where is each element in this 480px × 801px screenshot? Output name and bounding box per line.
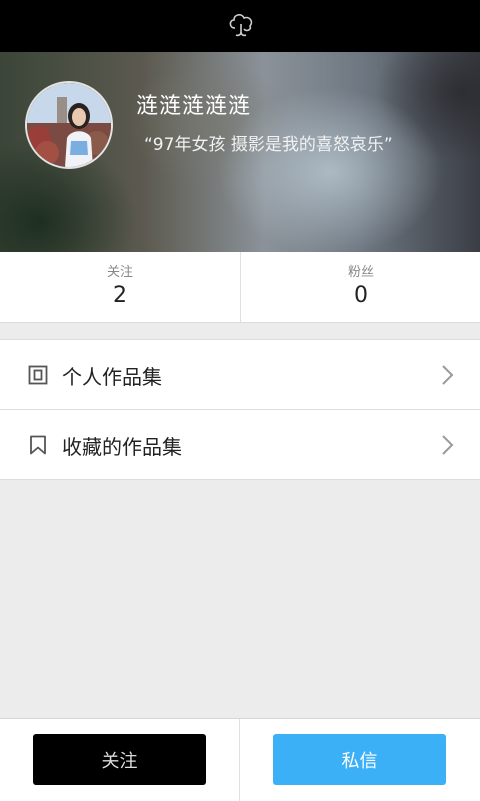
app-logo-icon[interactable] [226,10,256,40]
menu-item-label: 个人作品集 [62,365,162,389]
following-label: 关注 [106,265,133,280]
bottom-action-bar: 关注 私信 [0,718,480,801]
stats-bar: 关注 2 粉丝 0 [0,252,480,323]
avatar-photo [27,83,111,167]
bookmark-icon [30,435,46,455]
followers-stat[interactable]: 粉丝 0 [241,252,480,322]
menu-item-favorite-albums[interactable]: 收藏的作品集 [0,410,480,480]
following-count: 2 [113,283,127,308]
menu-item-personal-albums[interactable]: 个人作品集 [0,340,480,410]
menu-item-label: 收藏的作品集 [62,435,182,459]
profile-menu: 个人作品集 收藏的作品集 [0,339,480,480]
action-divider [239,719,240,801]
followers-label: 粉丝 [347,265,374,280]
album-icon [28,365,48,385]
avatar[interactable] [25,81,113,169]
followers-count: 0 [354,283,368,308]
chevron-right-icon [442,435,454,455]
profile-header: 涟涟涟涟涟 “97年女孩 摄影是我的喜怒哀乐” [0,52,480,252]
profile-motto: “97年女孩 摄影是我的喜怒哀乐” [144,135,393,155]
follow-button[interactable]: 关注 [33,734,206,785]
message-button[interactable]: 私信 [273,734,446,785]
chevron-right-icon [442,365,454,385]
following-stat[interactable]: 关注 2 [0,252,240,322]
top-bar [0,0,480,52]
profile-name: 涟涟涟涟涟 [136,94,252,119]
